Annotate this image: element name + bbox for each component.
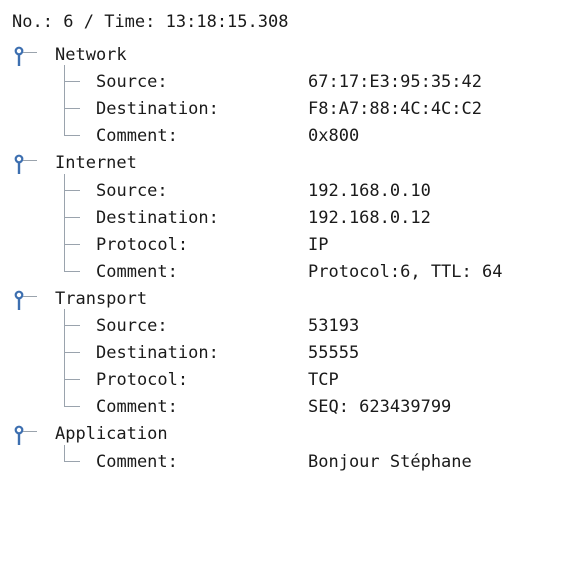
field-label: Destination: (96, 207, 219, 228)
tree-section-internet[interactable]: Internet (0, 148, 585, 178)
field-label: Comment: (96, 126, 178, 147)
tree-guide-line (64, 173, 65, 271)
tree-connector (23, 295, 37, 297)
tree-connector (64, 81, 80, 83)
field-value: 192.168.0.12 (308, 207, 431, 228)
tree-connector (64, 325, 80, 326)
packet-time: 13:18:15.308 (165, 12, 289, 32)
tree-field-row[interactable]: Comment: SEQ: 623439799 (0, 392, 585, 422)
tree-connector (64, 216, 80, 218)
tree-field-row[interactable]: Protocol: TCP (0, 365, 585, 395)
tree-connector (64, 189, 80, 191)
field-value: 192.168.0.10 (308, 180, 431, 201)
tree-section-transport[interactable]: Transport (0, 284, 585, 314)
tree-connector (23, 160, 37, 162)
field-label: Source: (96, 316, 168, 336)
packet-number-label: No.: (12, 12, 53, 32)
tree-guide-line (64, 65, 65, 136)
header-separator: / (83, 12, 94, 32)
field-label: Protocol: (96, 234, 189, 255)
tree-section-network[interactable]: Network (0, 40, 585, 70)
tree-connector (23, 431, 37, 433)
field-value: 0x800 (308, 126, 360, 147)
tree-guide-line (64, 444, 65, 461)
field-value: F8:A7:88:4C:4C:C2 (308, 99, 482, 120)
tree-connector (64, 379, 80, 381)
tree-connector (64, 270, 80, 272)
tree-connector (64, 406, 80, 408)
field-label: Destination: (96, 99, 219, 120)
expanded-node-icon[interactable] (14, 425, 32, 447)
field-label: Protocol: (96, 370, 189, 391)
field-label: Comment: (96, 261, 178, 282)
packet-header: No.: 6 / Time: 13:18:15.308 (12, 7, 288, 37)
field-label: Comment: (96, 397, 178, 418)
tree-field-row[interactable]: Source: 192.168.0.10 (0, 176, 585, 206)
section-label: Internet (55, 153, 137, 174)
tree-field-row[interactable]: Destination: F8:A7:88:4C:4C:C2 (0, 94, 585, 124)
tree-connector (64, 460, 80, 462)
expanded-node-icon[interactable] (14, 154, 32, 176)
section-label: Network (55, 45, 127, 65)
field-label: Source: (96, 72, 168, 93)
tree-connector (64, 352, 80, 354)
tree-field-row[interactable]: Comment: Protocol:6, TTL: 64 (0, 257, 585, 287)
tree-field-row[interactable]: Comment: 0x800 (0, 121, 585, 151)
tree-field-row[interactable]: Source: 53193 (0, 311, 585, 341)
tree-field-row[interactable]: Destination: 55555 (0, 338, 585, 368)
tree-field-row[interactable]: Source: 67:17:E3:95:35:42 (0, 67, 585, 97)
tree-field-row[interactable]: Comment: Bonjour Stéphane (0, 447, 585, 477)
section-label: Application (55, 424, 168, 445)
field-value: 67:17:E3:95:35:42 (308, 72, 482, 93)
tree-connector (64, 135, 80, 137)
field-value: IP (308, 234, 329, 255)
tree-connector (64, 108, 80, 110)
field-value: Protocol:6, TTL: 64 (308, 261, 503, 282)
tree-section-application[interactable]: Application (0, 419, 585, 449)
field-label: Destination: (96, 343, 219, 364)
expanded-node-icon[interactable] (14, 290, 32, 312)
field-value: Bonjour Stéphane (308, 451, 472, 472)
field-value: 53193 (308, 316, 360, 336)
packet-time-label: Time: (104, 12, 156, 32)
tree-connector (64, 243, 80, 245)
tree-field-row[interactable]: Protocol: IP (0, 230, 585, 260)
field-label: Source: (96, 180, 168, 201)
packet-number: 6 (63, 12, 74, 32)
field-label: Comment: (96, 451, 178, 472)
field-value: TCP (308, 370, 339, 391)
tree-guide-line (64, 309, 65, 407)
field-value: 55555 (308, 343, 360, 364)
section-label: Transport (55, 288, 148, 309)
field-value: SEQ: 623439799 (308, 397, 452, 418)
tree-connector (23, 52, 37, 53)
tree-field-row[interactable]: Destination: 192.168.0.12 (0, 203, 585, 233)
expanded-node-icon[interactable] (14, 46, 32, 68)
